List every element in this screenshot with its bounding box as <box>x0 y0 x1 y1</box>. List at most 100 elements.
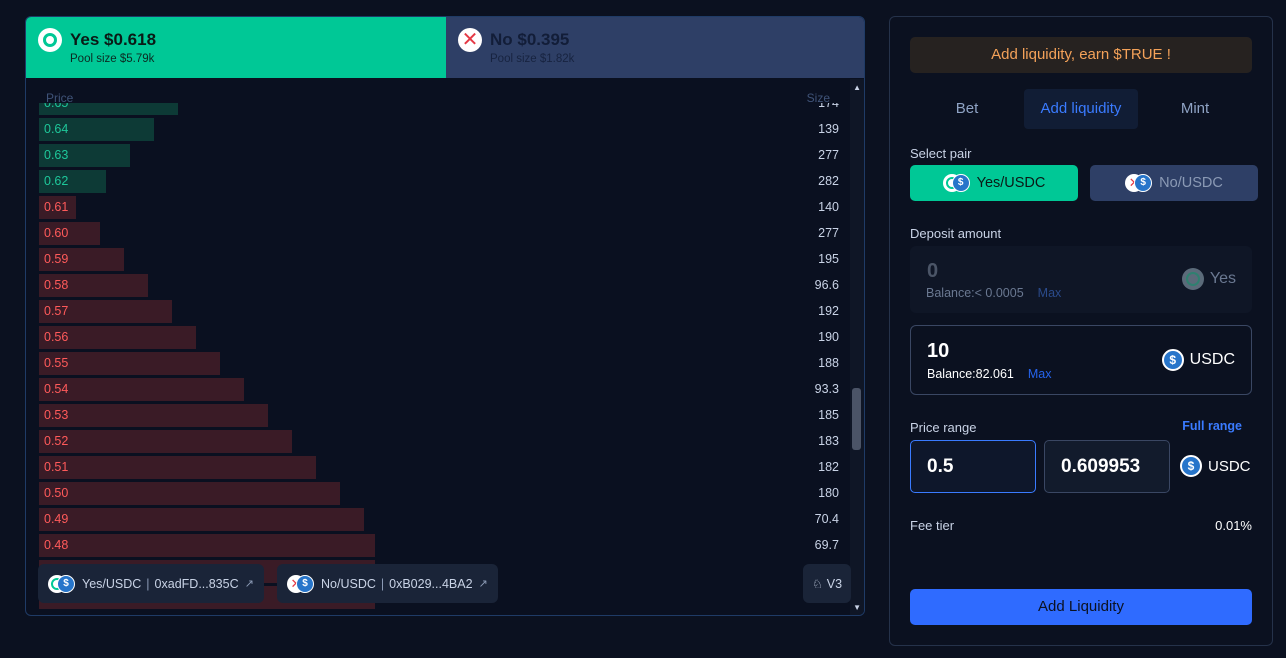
orderbook-row[interactable]: 0.59 195 <box>39 247 839 271</box>
yes-outcome-title: Yes $0.618 <box>70 30 157 49</box>
orderbook-size: 282 <box>818 174 839 188</box>
orderbook-row[interactable]: 0.52 183 <box>39 429 839 453</box>
orderbook-size: 93.3 <box>814 382 839 396</box>
yes-outcome-icon <box>38 28 62 52</box>
orderbook-price: 0.59 <box>44 252 69 266</box>
orderbook-price: 0.63 <box>44 148 69 162</box>
deposit-usdc-balance-text: Balance:82.061 <box>927 367 1014 381</box>
deposit-usdc-token-label: USDC <box>1189 351 1235 368</box>
orderbook-depth-bar <box>39 508 364 531</box>
orderbook-row[interactable]: 0.63 277 <box>39 143 839 167</box>
orderbook-size: 192 <box>818 304 839 318</box>
orderbook-row[interactable]: 0.54 93.3 <box>39 377 839 401</box>
price-range-token-label: USDC <box>1208 457 1251 475</box>
yes-pool-link[interactable]: $ Yes/USDC | 0xadFD...835C ↗ <box>38 564 264 603</box>
no-pool-link[interactable]: ✕$ No/USDC | 0xB029...4BA2 ↗ <box>277 564 498 603</box>
deposit-usdc-max-button[interactable]: Max <box>1028 367 1052 381</box>
add-liquidity-button[interactable]: Add Liquidity <box>910 589 1252 625</box>
orderbook-row[interactable]: 0.55 188 <box>39 351 839 375</box>
no-outcome-icon: ✕ <box>458 28 482 52</box>
pair-yes-usdc-label: Yes/USDC <box>976 175 1046 191</box>
orderbook-size: 182 <box>818 460 839 474</box>
yes-pool-size: Pool size $5.79k <box>70 53 155 65</box>
deposit-yes-balance-text: Balance:< 0.0005 <box>926 286 1024 300</box>
orderbook-row[interactable]: 0.56 190 <box>39 325 839 349</box>
outcome-tab-no[interactable]: ✕ No $0.395 Pool size $1.82k <box>446 17 864 78</box>
market-panel: Yes $0.618 Pool size $5.79k ✕ No $0.395 … <box>25 16 865 616</box>
orderbook-row[interactable]: 0.57 192 <box>39 299 839 323</box>
deposit-usdc-token: $ USDC <box>1161 349 1235 371</box>
orderbook-size: 70.4 <box>814 512 839 526</box>
promo-banner: Add liquidity, earn $TRUE ! <box>910 37 1252 73</box>
yes-usdc-pair-icon: $ <box>942 174 970 192</box>
orderbook-row[interactable]: 0.65 174 <box>39 103 839 115</box>
orderbook-row[interactable]: 0.64 139 <box>39 117 839 141</box>
usdc-token-icon: $ <box>1161 349 1184 371</box>
orderbook-size: 277 <box>818 148 839 162</box>
mode-tabs: Bet Add liquidity Mint <box>910 89 1252 129</box>
orderbook-size: 185 <box>818 408 839 422</box>
orderbook-price: 0.61 <box>44 200 69 214</box>
price-range-min-input[interactable] <box>910 440 1036 493</box>
usdc-token-icon: $ <box>1180 455 1202 477</box>
version-label: V3 <box>826 576 843 591</box>
deposit-usdc-balance: Balance:82.061 Max <box>927 367 1052 381</box>
yes-pool-pair: Yes/USDC <box>82 576 142 591</box>
no-pool-pair: No/USDC <box>321 576 376 591</box>
price-range-max-input[interactable] <box>1044 440 1170 493</box>
tab-mint[interactable]: Mint <box>1138 89 1252 129</box>
orderbook-price: 0.51 <box>44 460 69 474</box>
deposit-yes-box[interactable]: 0 Balance:< 0.0005 Max Yes <box>910 246 1252 313</box>
orderbook-row[interactable]: 0.60 277 <box>39 221 839 245</box>
scroll-down-arrow-icon[interactable]: ▼ <box>853 603 861 612</box>
uniswap-version-badge[interactable]: ♘ V3 <box>803 564 851 603</box>
orderbook-size: 180 <box>818 486 839 500</box>
yes-token-icon <box>1181 268 1204 290</box>
deposit-yes-max-button[interactable]: Max <box>1038 286 1062 300</box>
orderbook-size: 139 <box>818 122 839 136</box>
deposit-yes-input[interactable]: 0 <box>927 260 938 283</box>
orderbook-row[interactable]: 0.50 180 <box>39 481 839 505</box>
orderbook-price: 0.58 <box>44 278 69 292</box>
fee-tier-label: Fee tier <box>910 518 955 533</box>
yes-pool-address: 0xadFD...835C <box>154 576 239 591</box>
unicorn-icon: ♘ <box>811 576 823 591</box>
orderbook-size: 69.7 <box>814 538 839 552</box>
tab-bet[interactable]: Bet <box>910 89 1024 129</box>
orderbook-row[interactable]: 0.53 185 <box>39 403 839 427</box>
orderbook-size: 277 <box>818 226 839 240</box>
scrollbar-thumb[interactable] <box>852 388 861 450</box>
orderbook-row[interactable]: 0.62 282 <box>39 169 839 193</box>
orderbook-row[interactable]: 0.49 70.4 <box>39 507 839 531</box>
no-usdc-pair-icon: ✕$ <box>287 574 314 593</box>
no-pool-address: 0xB029...4BA2 <box>389 576 473 591</box>
orderbook-rows: 0.65 174 0.64 139 0.63 277 0.62 282 0.61 140 0.60 2… <box>26 103 848 615</box>
yes-usdc-pair-icon: $ <box>48 574 75 593</box>
orderbook-row[interactable]: 0.48 69.7 <box>39 533 839 557</box>
deposit-amount-label: Deposit amount <box>910 226 1002 241</box>
orderbook-row[interactable]: 0.51 182 <box>39 455 839 479</box>
outcome-tab-yes[interactable]: Yes $0.618 Pool size $5.79k <box>26 17 446 78</box>
orderbook-size: 188 <box>818 356 839 370</box>
liquidity-panel: Add liquidity, earn $TRUE ! Bet Add liqu… <box>889 16 1273 646</box>
deposit-yes-balance: Balance:< 0.0005 Max <box>926 286 1061 300</box>
orderbook-depth-bar <box>39 404 268 427</box>
fee-tier-value: 0.01% <box>1215 518 1252 533</box>
deposit-usdc-box[interactable]: 10 Balance:82.061 Max $ USDC <box>910 325 1252 395</box>
orderbook-row[interactable]: 0.61 140 <box>39 195 839 219</box>
no-outcome-title: No $0.395 <box>490 30 570 49</box>
orderbook-price: 0.64 <box>44 122 69 136</box>
outcome-tabs: Yes $0.618 Pool size $5.79k ✕ No $0.395 … <box>26 17 864 78</box>
tab-add-liquidity[interactable]: Add liquidity <box>1024 89 1138 129</box>
pair-yes-usdc-button[interactable]: $ Yes/USDC <box>910 165 1078 201</box>
orderbook-size: 174 <box>818 103 839 110</box>
orderbook-depth-bar <box>39 482 340 505</box>
orderbook-depth-bar <box>39 430 292 453</box>
scroll-up-arrow-icon[interactable]: ▲ <box>853 83 861 92</box>
full-range-button[interactable]: Full range <box>1182 419 1242 433</box>
external-link-icon: ↗ <box>244 578 254 590</box>
deposit-usdc-input[interactable]: 10 <box>927 340 949 363</box>
orderbook-scrollbar[interactable] <box>850 79 864 615</box>
pair-no-usdc-button[interactable]: ✕$ No/USDC <box>1090 165 1258 201</box>
orderbook-row[interactable]: 0.58 96.6 <box>39 273 839 297</box>
